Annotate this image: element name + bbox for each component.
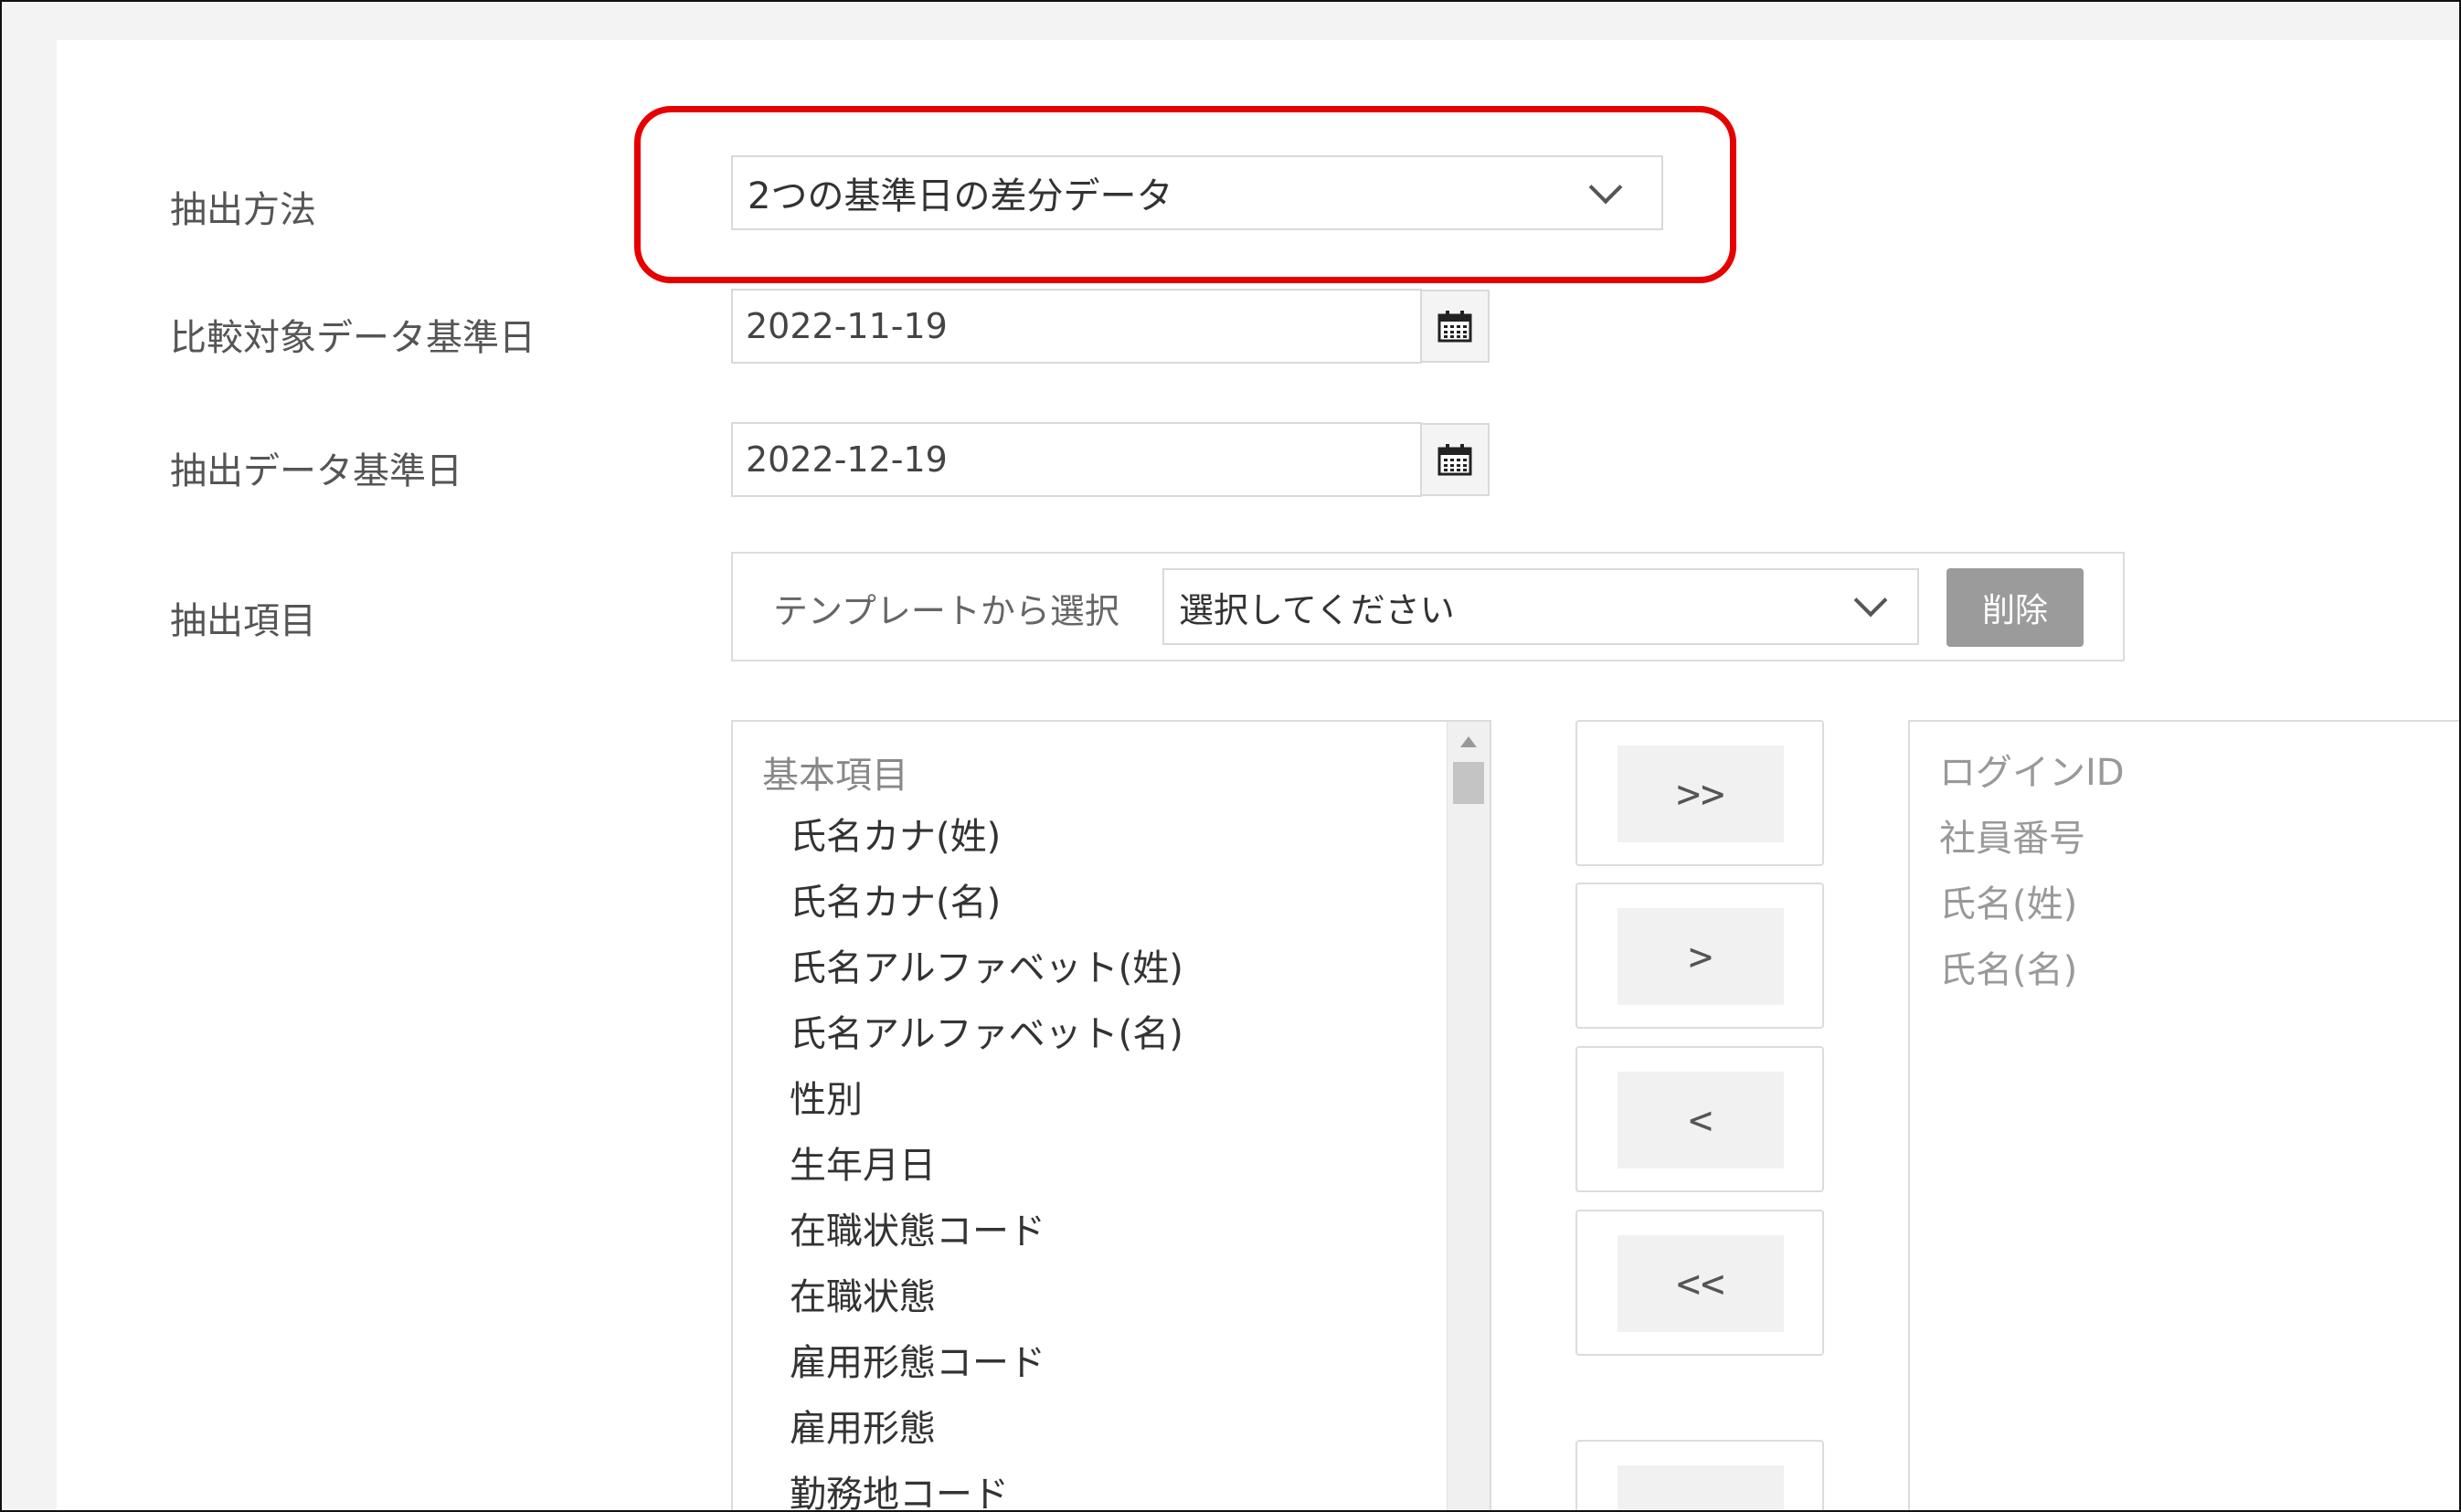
delete-button[interactable]: 削除 [1947,568,2084,647]
template-select-value: 選択してください [1179,589,1455,630]
add-box: > [1575,883,1824,1029]
add-button[interactable]: > [1618,908,1784,1005]
remove-all-button[interactable]: << [1618,1235,1784,1332]
template-row: テンプレートから選択 選択してください 削除 [731,552,2125,661]
remove-box: < [1575,1046,1824,1192]
remove-all-box: << [1575,1210,1824,1356]
available-items: 氏名カナ(姓) 氏名カナ(名) 氏名アルファベット(姓) 氏名アルファベット(名… [790,804,1183,1510]
list-item[interactable]: 氏名(名) [1939,937,2125,1003]
chevron-down-icon [1853,583,1888,618]
scrollbar[interactable] [1447,722,1490,1510]
list-item[interactable]: 氏名アルファベット(姓) [790,936,1183,1001]
list-item[interactable]: ログインID [1939,740,2125,806]
list-item[interactable]: 社員番号 [1939,806,2125,872]
template-select[interactable]: 選択してください [1162,568,1919,645]
calendar-icon [1437,311,1472,343]
list-item[interactable]: 氏名カナ(姓) [790,804,1183,870]
add-all-button[interactable]: >> [1618,745,1784,842]
compare-date-input[interactable]: 2022-11-19 [731,289,1422,364]
list-item[interactable]: 勤務地コード [790,1462,1183,1510]
template-label: テンプレートから選択 [773,591,1119,631]
list-item[interactable]: 性別 [790,1067,1183,1133]
calendar-icon [1437,444,1472,476]
extract-date-calendar-button[interactable] [1420,423,1490,496]
remove-button[interactable]: < [1618,1072,1784,1168]
scroll-thumb[interactable] [1453,762,1484,804]
highlight-annotation [634,106,1736,283]
compare-date-label: 比較対象データ基準日 [170,317,536,359]
list-item[interactable]: 在職状態 [790,1264,1183,1330]
method-label: 抽出方法 [170,189,316,231]
list-item[interactable]: 在職状態コード [790,1199,1183,1264]
available-items-list[interactable]: 基本項目 氏名カナ(姓) 氏名カナ(名) 氏名アルファベット(姓) 氏名アルファ… [731,720,1491,1510]
extra-move-box [1575,1440,1824,1510]
selected-items-list[interactable]: ログインID 社員番号 氏名(姓) 氏名(名) [1908,720,2459,1510]
list-item[interactable]: 生年月日 [790,1133,1183,1199]
extract-date-input[interactable]: 2022-12-19 [731,422,1422,497]
list-item[interactable]: 氏名(姓) [1939,872,2125,937]
list-item[interactable]: 氏名アルファベット(名) [790,1001,1183,1067]
extract-date-label: 抽出データ基準日 [170,450,462,492]
group-label-basic: 基本項目 [762,755,908,797]
screenshot-frame: 抽出方法 2つの基準日の差分データ 比較対象データ基準日 2022-11-19 [0,0,2461,1512]
list-item[interactable]: 雇用形態コード [790,1330,1183,1396]
list-item[interactable]: 雇用形態 [790,1396,1183,1462]
compare-date-calendar-button[interactable] [1420,290,1490,363]
compare-date-value: 2022-11-19 [746,306,948,346]
items-label: 抽出項目 [170,600,316,642]
list-item[interactable]: 氏名カナ(名) [790,870,1183,936]
extract-date-value: 2022-12-19 [746,439,948,480]
selected-items: ログインID 社員番号 氏名(姓) 氏名(名) [1939,740,2125,1003]
extra-move-button[interactable] [1618,1465,1784,1510]
form-panel: 抽出方法 2つの基準日の差分データ 比較対象データ基準日 2022-11-19 [57,40,2459,1510]
add-all-box: >> [1575,720,1824,866]
scroll-up-arrow-icon[interactable] [1460,736,1477,747]
